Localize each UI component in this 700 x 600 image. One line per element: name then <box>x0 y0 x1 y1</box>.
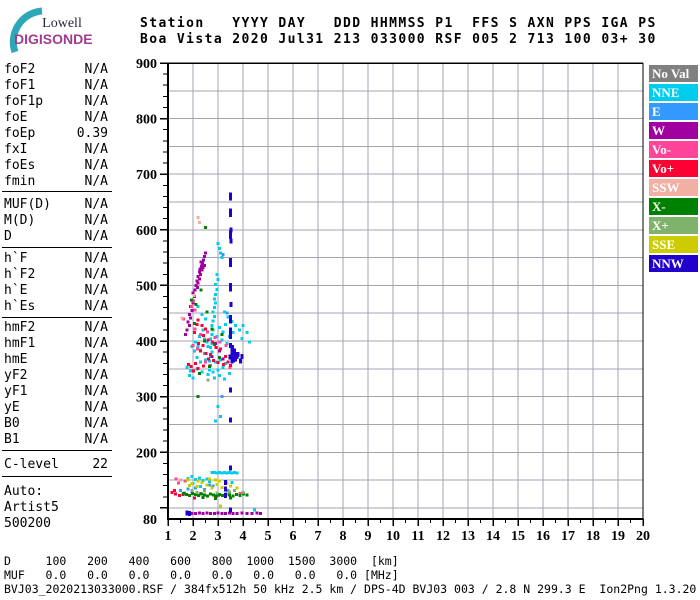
x-tick-label: 4 <box>240 529 247 544</box>
legend-item-e: E <box>649 103 698 120</box>
x-tick-label: 14 <box>486 529 500 544</box>
x-tick-label: 7 <box>315 529 322 544</box>
x-tick-label: 17 <box>561 529 575 544</box>
ionogram-screen: Lowell DIGISONDE Station YYYY DAY DDD HH… <box>0 0 700 600</box>
x-tick-label: 3 <box>215 529 222 544</box>
grid-layer <box>168 63 643 519</box>
legend-item-x+: X+ <box>649 217 698 234</box>
axes-layer <box>160 62 644 526</box>
x-tick-label: 1 <box>165 529 172 544</box>
x-tick-label: 5 <box>265 529 272 544</box>
legend-item-nne: NNE <box>649 84 698 101</box>
x-tick-label: 15 <box>511 529 525 544</box>
y-tick-label: 200 <box>136 446 157 461</box>
legend-item-nnw: NNW <box>649 255 698 272</box>
status-line: BVJ03_2020213033000.RSF / 384fx512h 50 k… <box>4 582 697 596</box>
y-tick-label: 400 <box>136 335 157 350</box>
legend-item-vo+: Vo+ <box>649 160 698 177</box>
x-tick-label: 13 <box>461 529 475 544</box>
x-tick-label: 12 <box>436 529 450 544</box>
series-nne <box>184 242 256 512</box>
legend-item-ssw: SSW <box>649 179 698 196</box>
x-tick-label: 8 <box>340 529 347 544</box>
legend-item-vo-: Vo- <box>649 141 698 158</box>
points-layer <box>170 192 262 516</box>
y-tick-label: 800 <box>136 113 157 128</box>
y-tick-label: 600 <box>136 224 157 239</box>
series-e <box>179 252 230 495</box>
x-tick-label: 20 <box>636 529 650 544</box>
legend-item-sse: SSE <box>649 236 698 253</box>
x-tick-label: 2 <box>190 529 197 544</box>
x-tick-label: 11 <box>411 529 424 544</box>
y-tick-label: 900 <box>136 57 157 72</box>
muf-row: MUF 0.0 0.0 0.0 0.0 0.0 0.0 0.0 0.0 [MHz… <box>4 568 399 582</box>
ionogram-plot: 1 2 3 4 5 6 7 8 9 10 11 12 13 14 15 16 17 18 19 20900800700… <box>136 57 650 544</box>
y-tick-label: 300 <box>136 391 157 406</box>
legend-item-w: W <box>649 122 698 139</box>
y-tick-label: 500 <box>136 279 157 294</box>
series-nnw <box>185 192 244 516</box>
x-tick-label: 6 <box>290 529 297 544</box>
x-tick-label: 19 <box>611 529 625 544</box>
x-tick-label: 18 <box>586 529 600 544</box>
y-tick-label: 700 <box>136 168 157 183</box>
distance-row: D 100 200 400 600 800 1000 1500 3000 [km… <box>4 554 399 568</box>
y-tick-label: 80 <box>143 513 157 528</box>
series-w <box>184 251 262 515</box>
x-tick-label: 10 <box>386 529 400 544</box>
legend-item-noval: No Val <box>649 65 698 82</box>
direction-legend: No Val NNE E W Vo- Vo+ SSW X- X+ SSE NNW <box>649 65 699 274</box>
legend-item-x-: X- <box>649 198 698 215</box>
x-tick-label: 16 <box>536 529 550 544</box>
x-tick-label: 9 <box>365 529 372 544</box>
